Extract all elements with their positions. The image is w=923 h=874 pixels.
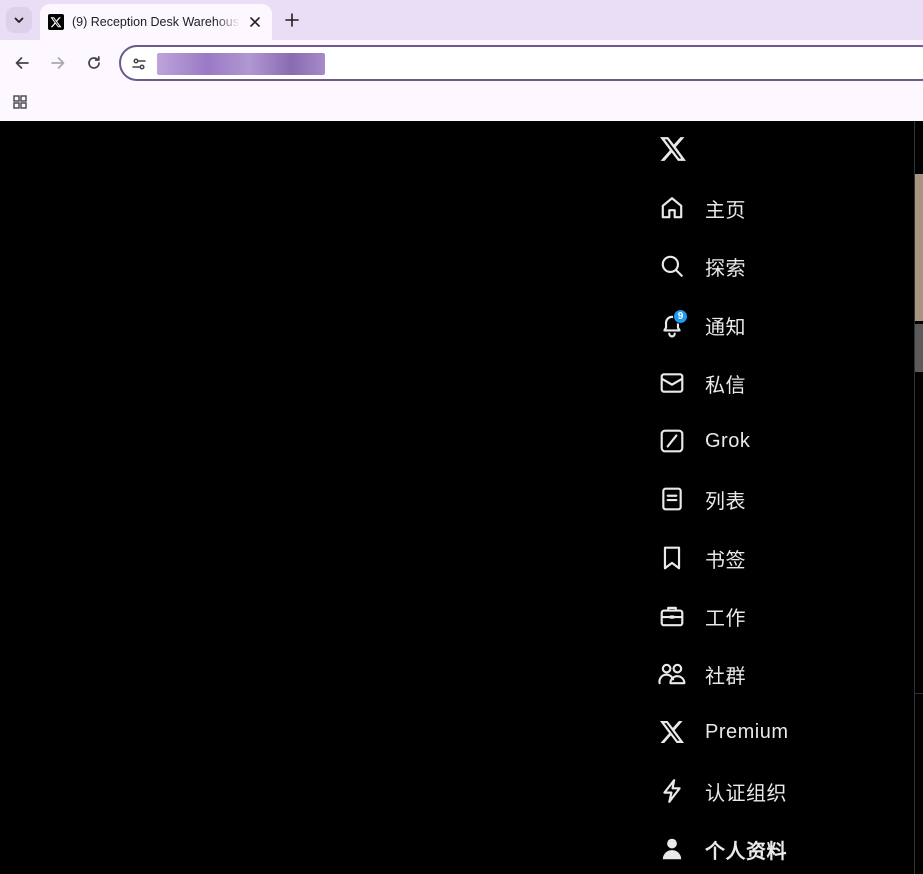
site-info-button[interactable] — [129, 54, 149, 74]
close-icon — [250, 17, 260, 27]
tab-search-button[interactable] — [6, 7, 32, 33]
communities-icon — [650, 652, 694, 696]
forward-button[interactable] — [45, 50, 71, 76]
nav-item-notifications[interactable]: 9 通知 — [650, 301, 890, 349]
browser-tab-strip: (9) Reception Desk Warehouse — [0, 0, 923, 40]
nav-label-communities: 社群 — [705, 665, 746, 688]
mail-icon — [650, 361, 694, 405]
chevron-down-icon — [14, 17, 24, 23]
nav-label-verified-orgs: 认证组织 — [705, 782, 787, 805]
nav-item-verified-orgs[interactable]: 认证组织 — [650, 767, 890, 815]
nav-label-jobs: 工作 — [705, 607, 746, 630]
lightning-icon — [650, 769, 694, 813]
arrow-right-icon — [51, 57, 65, 69]
reload-button[interactable] — [81, 50, 107, 76]
apps-grid-icon — [13, 95, 27, 109]
nav-item-grok[interactable]: Grok — [650, 417, 890, 465]
bookmarks-bar — [0, 86, 923, 121]
nav-item-home[interactable]: 主页 — [650, 184, 890, 232]
search-icon — [650, 244, 694, 288]
nav-item-messages[interactable]: 私信 — [650, 359, 890, 407]
bookmark-icon — [650, 536, 694, 580]
browser-toolbar — [0, 40, 923, 86]
nav-item-communities[interactable]: 社群 — [650, 650, 890, 698]
tune-icon — [132, 58, 146, 70]
nav-label-profile: 个人资料 — [705, 840, 787, 863]
x-logo-icon — [48, 14, 64, 30]
nav-item-premium[interactable]: Premium — [650, 708, 890, 756]
nav-label-lists: 列表 — [705, 490, 746, 513]
nav-label-home: 主页 — [705, 199, 746, 222]
tab-title: (9) Reception Desk Warehouse — [72, 15, 240, 29]
home-icon — [650, 186, 694, 230]
nav-item-lists[interactable]: 列表 — [650, 475, 890, 523]
clipped-image-edge — [915, 324, 923, 372]
clipped-image-edge — [915, 174, 923, 321]
page-content: 主页 探索 9 通知 私信 Grok 列表 书签 工作 社群 Premium 认… — [0, 121, 923, 874]
person-icon — [650, 827, 694, 871]
nav-label-explore: 探索 — [705, 257, 746, 280]
arrow-left-icon — [15, 57, 29, 69]
nav-item-bookmarks[interactable]: 书签 — [650, 534, 890, 582]
plus-icon — [285, 13, 299, 27]
notification-badge: 9 — [673, 309, 688, 324]
nav-label-notifications: 通知 — [705, 316, 746, 339]
nav-item-explore[interactable]: 探索 — [650, 242, 890, 290]
nav-label-bookmarks: 书签 — [705, 549, 746, 572]
nav-item-jobs[interactable]: 工作 — [650, 592, 890, 640]
list-icon — [650, 477, 694, 521]
briefcase-icon — [650, 594, 694, 638]
nav-label-grok: Grok — [705, 429, 751, 452]
nav-item-profile[interactable]: 个人资料 — [650, 825, 890, 873]
new-tab-button[interactable] — [280, 8, 304, 32]
reload-icon — [88, 55, 100, 69]
bell-icon: 9 — [650, 303, 694, 347]
redacted-url — [157, 53, 325, 75]
x-logo-icon[interactable] — [660, 137, 686, 161]
back-button[interactable] — [9, 50, 35, 76]
grok-icon — [650, 419, 694, 463]
browser-tab[interactable]: (9) Reception Desk Warehouse — [40, 4, 272, 40]
x-premium-icon — [650, 710, 694, 754]
nav-label-messages: 私信 — [705, 374, 746, 397]
nav-label-premium: Premium — [705, 720, 789, 743]
divider — [915, 693, 923, 694]
apps-button[interactable] — [10, 92, 30, 112]
close-tab-button[interactable] — [246, 13, 264, 31]
address-bar[interactable] — [119, 45, 923, 81]
